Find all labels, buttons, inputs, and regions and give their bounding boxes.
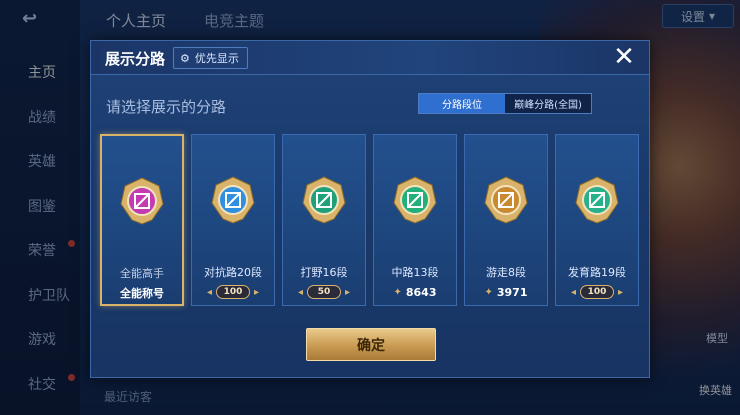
lane-stat: ◂ 100 ▸ — [556, 282, 638, 302]
lane-stat: ◂ 50 ▸ — [283, 282, 365, 302]
toggle-peak-lane[interactable]: 巅峰分路(全国) — [505, 94, 591, 113]
lane-emblem-icon — [119, 176, 165, 226]
wing-icon: ◂ — [206, 286, 212, 298]
wing-icon: ◂ — [297, 286, 303, 298]
lane-emblem-icon — [392, 175, 438, 225]
score-value: 3971 — [496, 285, 528, 299]
level-badge: 100 — [580, 285, 614, 299]
confirm-button[interactable]: 确定 — [306, 328, 436, 361]
dialog-title: 展示分路 — [105, 50, 166, 68]
lane-emblem-icon — [483, 175, 529, 225]
level-badge: 100 — [216, 285, 250, 299]
dialog-header: 展示分路 ⚙ 优先显示 ✕ — [91, 41, 649, 75]
lane-card[interactable]: 发育路19段 ◂ 100 ▸ — [555, 134, 639, 306]
lane-stat: ✦ 3971 — [465, 282, 547, 302]
lane-display-dialog: 展示分路 ⚙ 优先显示 ✕ 请选择展示的分路 分路段位 巅峰分路(全国) 全能高… — [90, 40, 650, 378]
gear-icon: ⚙ — [180, 51, 190, 65]
lane-name: 发育路19段 — [568, 266, 626, 279]
wing-icon: ▸ — [254, 286, 260, 298]
score-value: 8643 — [405, 285, 437, 299]
lane-name: 对抗路20段 — [204, 266, 262, 279]
title-tag: 全能称号 — [120, 287, 164, 300]
score-icon: ✦ — [484, 286, 493, 298]
lane-stat: ✦ 8643 — [374, 282, 456, 302]
lane-emblem-icon — [301, 175, 347, 225]
lane-stat: ◂ 100 ▸ — [192, 282, 274, 302]
lane-mode-toggle: 分路段位 巅峰分路(全国) — [418, 93, 592, 114]
lane-emblem-icon — [210, 175, 256, 225]
lane-card[interactable]: 全能高手 全能称号 — [100, 134, 184, 306]
dialog-subtitle: 请选择展示的分路 — [106, 98, 227, 116]
lane-emblem-icon — [574, 175, 620, 225]
wing-icon: ▸ — [618, 286, 624, 298]
lane-card[interactable]: 中路13段 ✦ 8643 — [373, 134, 457, 306]
priority-label: 优先显示 — [194, 52, 239, 65]
wing-icon: ◂ — [570, 286, 576, 298]
score-icon: ✦ — [393, 286, 402, 298]
toggle-lane-rank[interactable]: 分路段位 — [419, 94, 505, 113]
lane-card[interactable]: 打野16段 ◂ 50 ▸ — [282, 134, 366, 306]
lane-card[interactable]: 游走8段 ✦ 3971 — [464, 134, 548, 306]
lane-stat: 全能称号 — [102, 283, 182, 303]
priority-display-button[interactable]: ⚙ 优先显示 — [173, 47, 248, 69]
lane-cards: 全能高手 全能称号 对抗路20段 ◂ 100 ▸ 打野16段 ◂ 50 ▸ 中路13段 ✦ 8643 游走… — [100, 134, 639, 306]
lane-name: 打野16段 — [300, 266, 348, 279]
lane-name: 中路13段 — [391, 266, 439, 279]
wing-icon: ▸ — [345, 286, 351, 298]
lane-name: 全能高手 — [120, 267, 164, 280]
lane-card[interactable]: 对抗路20段 ◂ 100 ▸ — [191, 134, 275, 306]
level-badge: 50 — [307, 285, 341, 299]
lane-name: 游走8段 — [486, 266, 526, 279]
close-icon[interactable]: ✕ — [611, 44, 637, 70]
